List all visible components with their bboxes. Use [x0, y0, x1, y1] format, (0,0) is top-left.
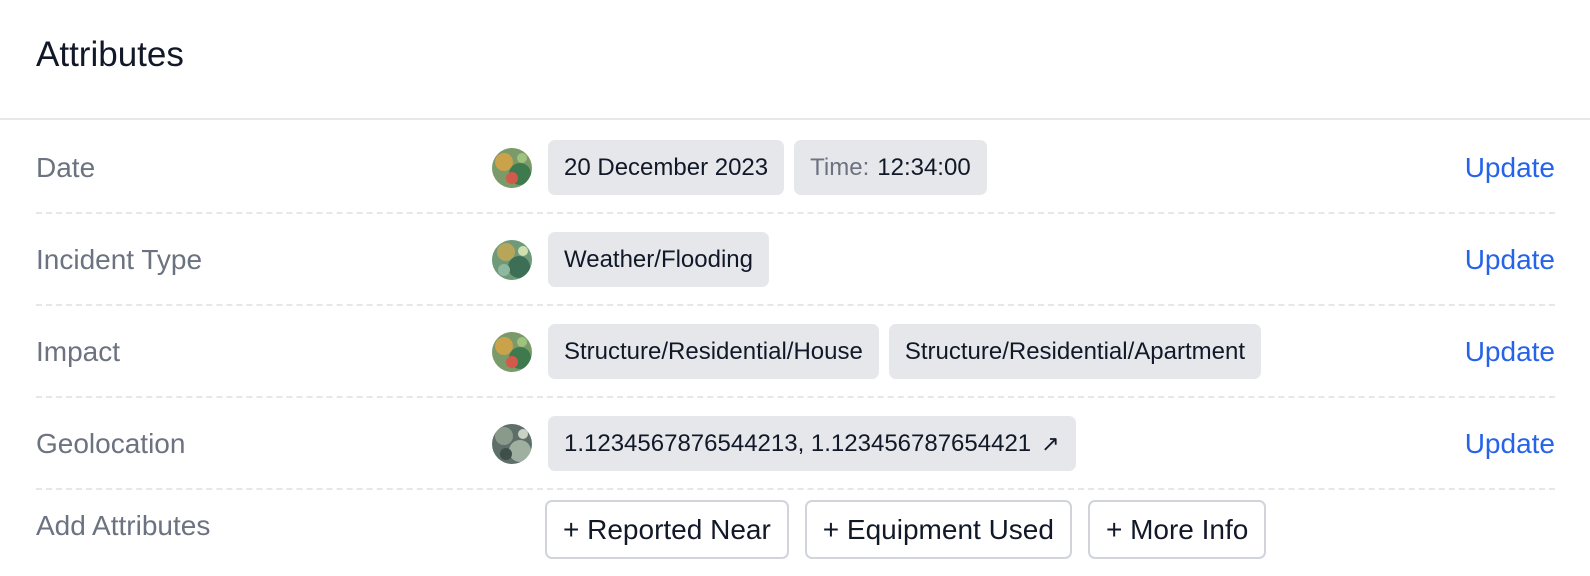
impact-chip: Structure/Residential/Apartment: [888, 324, 1261, 379]
add-attribute-buttons: + Reported Near + Equipment Used + More …: [545, 500, 1267, 559]
impact-chip: Structure/Residential/House: [548, 324, 879, 379]
attribute-values: Weather/Flooding: [548, 232, 769, 287]
attribute-label: Impact: [36, 336, 121, 367]
attributes-header: Attributes: [0, 0, 1590, 120]
attribute-values: 20 December 2023 Time: 12:34:00: [548, 140, 987, 195]
update-geolocation-link[interactable]: Update: [1465, 398, 1555, 490]
time-prefix: Time:: [810, 154, 870, 181]
attribute-row-impact: Impact Structure/Residential/House Struc…: [36, 306, 1555, 398]
update-impact-link[interactable]: Update: [1465, 306, 1555, 398]
geolocation-value: 1.1234567876544213, 1.123456787654421: [564, 430, 1032, 457]
add-attributes-row: Add Attributes + Reported Near + Equipme…: [36, 486, 1555, 566]
add-reported-near-button[interactable]: + Reported Near: [545, 500, 789, 559]
user-avatar-icon: [492, 240, 532, 280]
time-chip: Time: 12:34:00: [794, 140, 987, 195]
attribute-row-date: Date 20 December 2023 Time: 12:34:00 Upd…: [36, 122, 1555, 214]
attribute-values: Structure/Residential/House Structure/Re…: [548, 324, 1261, 379]
add-more-info-button[interactable]: + More Info: [1087, 500, 1267, 559]
external-link-icon[interactable]: ↗: [1041, 416, 1059, 471]
user-avatar-icon: [492, 424, 532, 464]
incident-type-chip: Weather/Flooding: [548, 232, 769, 287]
add-equipment-used-button[interactable]: + Equipment Used: [804, 500, 1072, 559]
update-incident-type-link[interactable]: Update: [1465, 214, 1555, 306]
attribute-row-geolocation: Geolocation 1.1234567876544213, 1.123456…: [36, 398, 1555, 490]
attribute-row-incident-type: Incident Type Weather/Flooding Update: [36, 214, 1555, 306]
add-attributes-label: Add Attributes: [36, 510, 211, 541]
time-value: 12:34:00: [877, 154, 971, 181]
attribute-label: Incident Type: [36, 244, 203, 275]
update-date-link[interactable]: Update: [1465, 122, 1555, 214]
attribute-label: Geolocation: [36, 428, 186, 459]
date-chip: 20 December 2023: [548, 140, 785, 195]
attribute-label: Date: [36, 152, 96, 183]
page-title: Attributes: [36, 35, 184, 74]
user-avatar-icon: [492, 148, 532, 188]
user-avatar-icon: [492, 332, 532, 372]
attribute-values: 1.1234567876544213, 1.123456787654421 ↗: [548, 416, 1076, 471]
geolocation-chip[interactable]: 1.1234567876544213, 1.123456787654421 ↗: [548, 416, 1076, 471]
